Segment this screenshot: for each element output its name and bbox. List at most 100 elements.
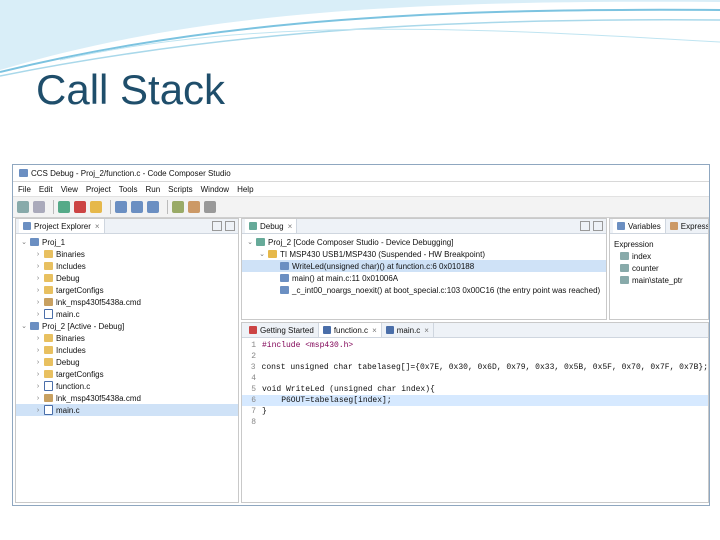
expand-icon[interactable]: › [34,371,42,378]
stack-frame[interactable]: _c_int00_noargs_noexit() at boot_special… [242,284,606,296]
menu-item-window[interactable]: Window [201,185,229,194]
expand-icon[interactable]: › [34,383,42,390]
debug-icon[interactable] [172,201,184,213]
maximize-icon[interactable] [593,221,603,231]
tree-item[interactable]: ⌄ Proj_2 [Active - Debug] [16,320,238,332]
search-icon[interactable] [204,201,216,213]
tree-item[interactable]: › Includes [16,344,238,356]
tree-item[interactable]: › targetConfigs [16,284,238,296]
menu-item-project[interactable]: Project [86,185,111,194]
expand-icon[interactable]: ⌄ [246,238,254,246]
maximize-icon[interactable] [225,221,235,231]
project-icon [30,238,39,246]
menu-item-view[interactable]: View [61,185,78,194]
expand-icon[interactable]: › [34,359,42,366]
tree-item[interactable]: › lnk_msp430f5438a.cmd [16,296,238,308]
menu-item-help[interactable]: Help [237,185,253,194]
expand-icon[interactable]: ⌄ [20,238,28,246]
expand-icon[interactable]: ⌄ [20,322,28,330]
expand-icon[interactable]: › [34,395,42,402]
menu-item-run[interactable]: Run [145,185,160,194]
expression-label: index [632,251,652,261]
expression-list: index counter main\state_ptr [610,250,708,286]
terminate-icon[interactable] [74,201,86,213]
debug-tab-label: Debug [260,221,284,231]
tree-item[interactable]: › Debug [16,356,238,368]
menu-item-scripts[interactable]: Scripts [168,185,192,194]
tree-item[interactable]: › main.c [16,404,238,416]
tree-item[interactable]: › lnk_msp430f5438a.cmd [16,392,238,404]
tree-item-label: lnk_msp430f5438a.cmd [56,393,141,403]
tree-item[interactable]: › Binaries [16,248,238,260]
tab-label: Variables [628,221,661,231]
suspend-icon[interactable] [90,201,102,213]
tab-variables[interactable]: Variables [613,219,666,233]
expression-row[interactable]: index [610,250,708,262]
folder-icon [44,358,53,366]
tab-getting-started[interactable]: Getting Started [245,323,319,337]
code-text: const unsigned char tabelaseg[]={0x7E, 0… [261,363,708,372]
line-number: 7 [251,407,256,416]
close-icon[interactable]: × [372,326,377,335]
step-over-icon[interactable] [131,201,143,213]
tree-item[interactable]: › targetConfigs [16,368,238,380]
tree-item-label: targetConfigs [56,285,104,295]
tab-debug[interactable]: Debug × [245,219,298,233]
tree-item[interactable]: › Debug [16,272,238,284]
tree-item-label: targetConfigs [56,369,104,379]
expression-row[interactable]: main\state_ptr [610,274,708,286]
expand-icon[interactable]: › [34,275,42,282]
folder-icon [44,370,53,378]
c-file-icon [322,326,331,334]
tab-project-explorer[interactable]: Project Explorer × [19,219,105,233]
tree-item-label: Proj_1 [42,237,66,247]
resume-icon[interactable] [58,201,70,213]
close-icon[interactable]: × [95,222,100,231]
ccs-app-icon [19,169,28,177]
save-icon[interactable] [33,201,45,213]
project-explorer-tab-label: Project Explorer [34,221,91,231]
tab-label: function.c [333,325,369,335]
toolbar-separator [110,200,111,214]
menu-item-edit[interactable]: Edit [39,185,53,194]
expand-icon[interactable]: › [34,311,42,318]
tree-item[interactable]: ⌄ Proj_1 [16,236,238,248]
stack-frame-icon [280,274,289,282]
tree-item[interactable]: › Includes [16,260,238,272]
expand-icon[interactable]: › [34,299,42,306]
close-icon[interactable]: × [424,326,429,335]
new-icon[interactable] [17,201,29,213]
expand-icon[interactable]: › [34,251,42,258]
linker-file-icon [44,298,53,306]
code-line: 5 void WriteLed (unsigned char index){ [242,384,708,395]
tab-expressions[interactable]: Expressions [665,219,708,233]
stack-frame[interactable]: ⌄ Proj_2 [Code Composer Studio - Device D… [242,236,606,248]
step-return-icon[interactable] [147,201,159,213]
code-editor[interactable]: 1 #include <msp430.h> 2 3 const unsigned cha… [242,338,708,428]
tree-item[interactable]: › function.c [16,380,238,392]
tab-main-c[interactable]: main.c × [381,323,434,337]
expand-icon[interactable]: › [34,407,42,414]
tree-item[interactable]: › Binaries [16,332,238,344]
tree-item[interactable]: › main.c [16,308,238,320]
expand-icon[interactable]: › [34,287,42,294]
variables-pane: Variables Expressions Expression index cou… [609,218,709,320]
build-icon[interactable] [188,201,200,213]
stack-frame[interactable]: main() at main.c:11 0x01006A [242,272,606,284]
expression-row[interactable]: counter [610,262,708,274]
menu-item-file[interactable]: File [18,185,31,194]
code-line: 4 [242,373,708,384]
step-into-icon[interactable] [115,201,127,213]
tree-item-label: main.c [56,405,80,415]
menu-item-tools[interactable]: Tools [119,185,138,194]
minimize-icon[interactable] [580,221,590,231]
stack-frame[interactable]: WriteLed(unsigned char)() at function.c:… [242,260,606,272]
close-icon[interactable]: × [288,222,293,231]
stack-frame[interactable]: ⌄ TI MSP430 USB1/MSP430 (Suspended - HW B… [242,248,606,260]
minimize-icon[interactable] [212,221,222,231]
expand-icon[interactable]: › [34,263,42,270]
tab-function-c[interactable]: function.c × [318,323,382,337]
expand-icon[interactable]: › [34,347,42,354]
expand-icon[interactable]: ⌄ [258,250,266,258]
expand-icon[interactable]: › [34,335,42,342]
